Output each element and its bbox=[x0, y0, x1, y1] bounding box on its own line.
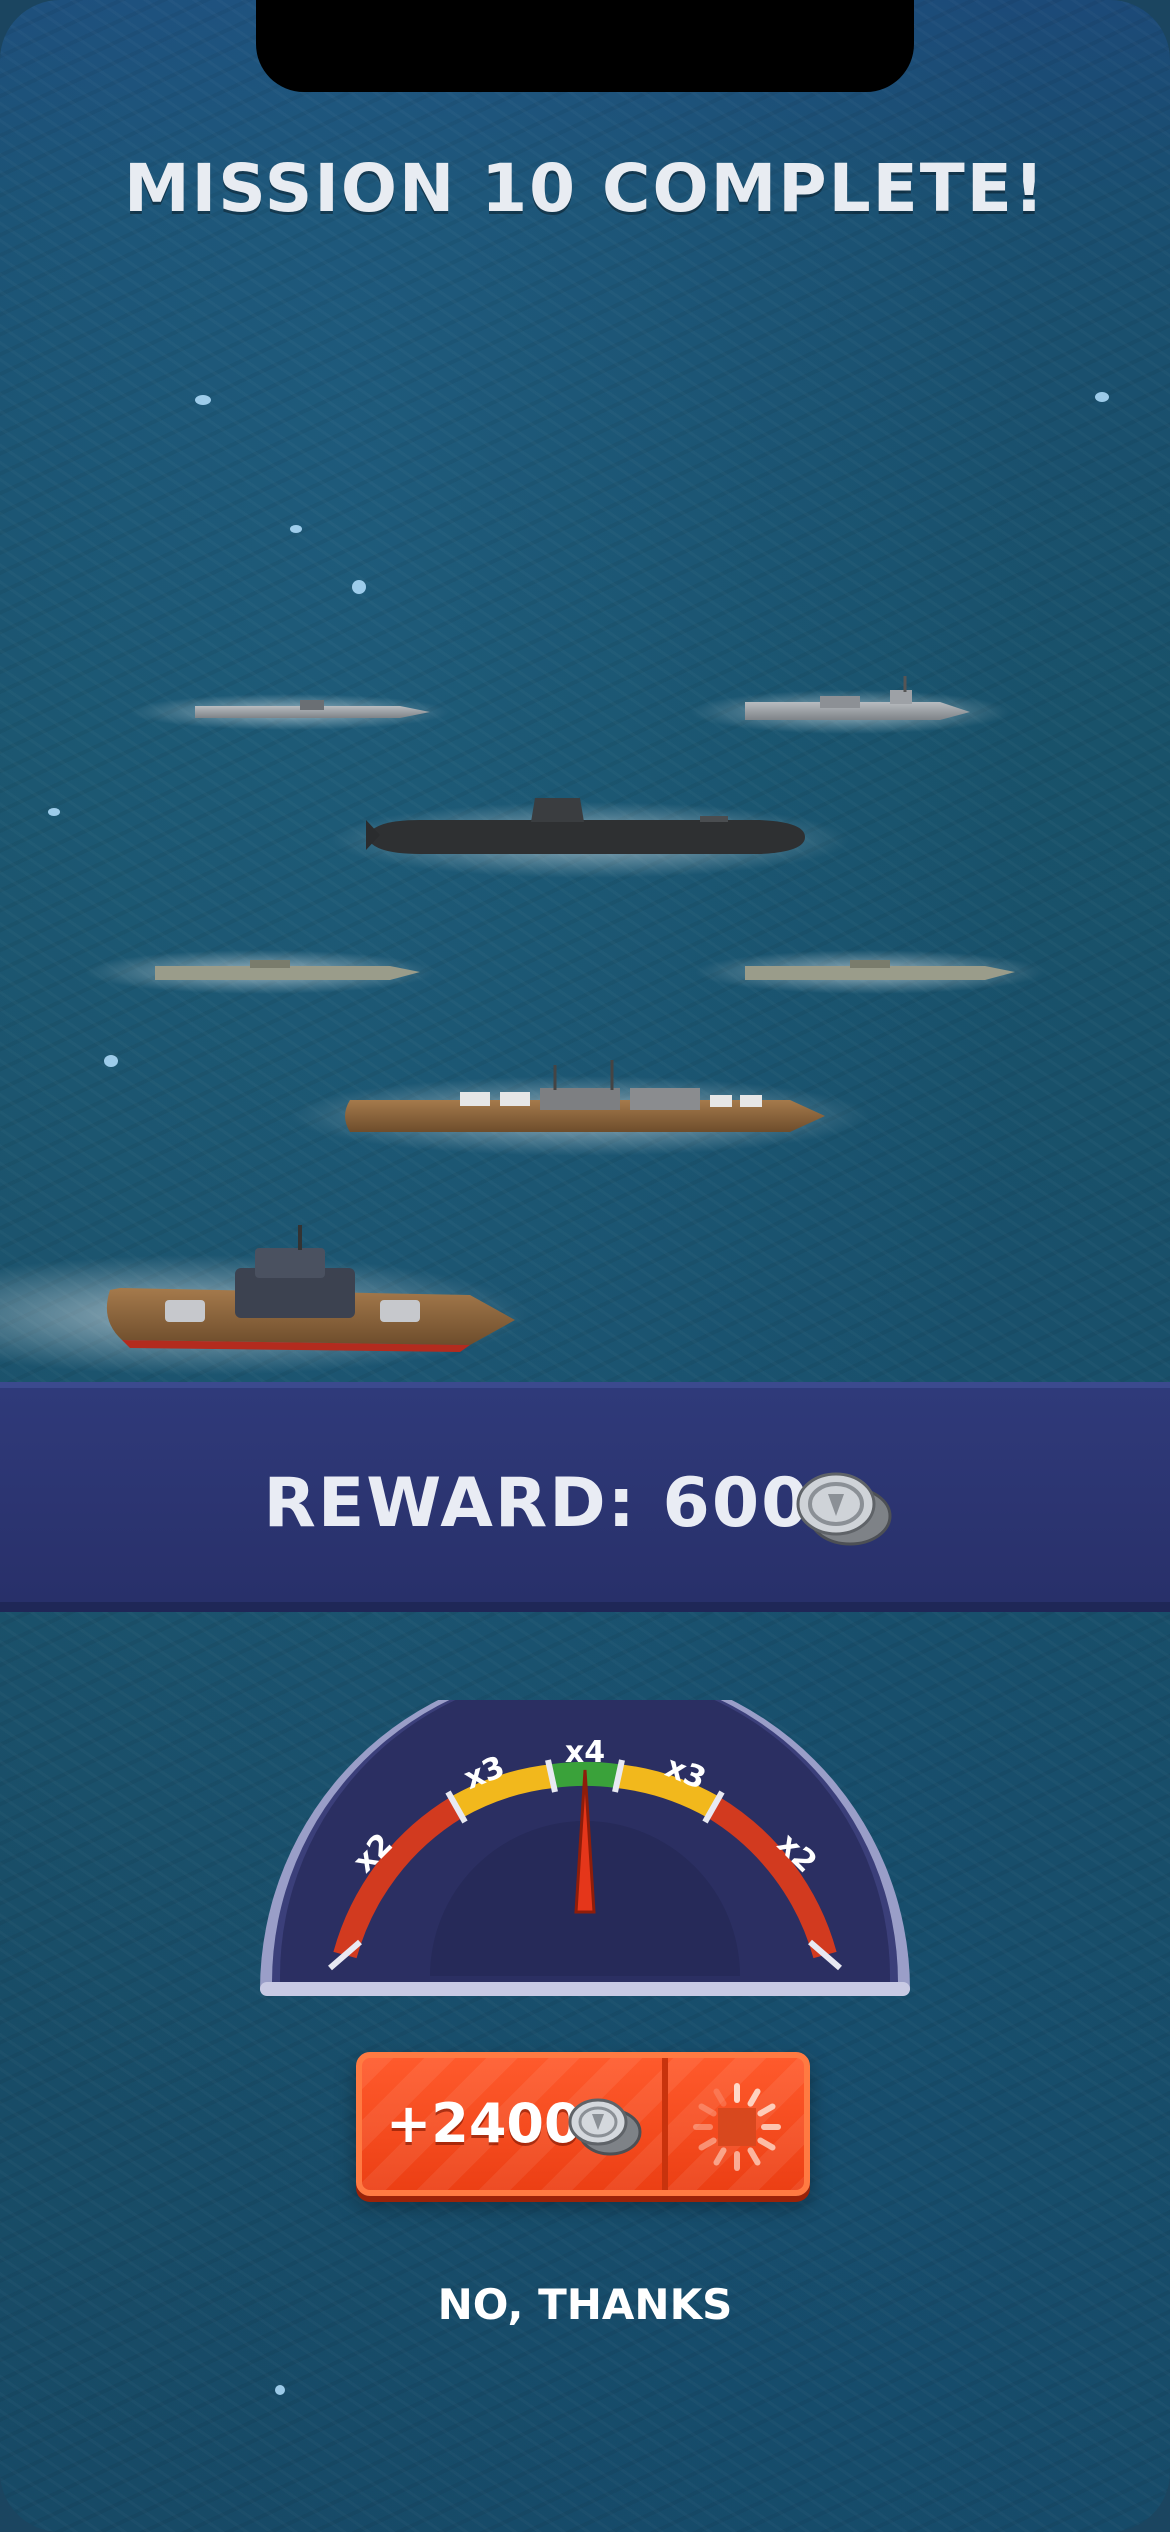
silver-coins-icon bbox=[568, 2098, 642, 2156]
sea-glint bbox=[352, 580, 366, 594]
submarine-ship bbox=[330, 798, 850, 878]
silver-coins-icon bbox=[796, 1472, 892, 1546]
battleship-ship bbox=[0, 1225, 530, 1375]
destroyer-ship bbox=[130, 694, 450, 730]
multiplier-gauge[interactable]: x2 x3 x4 x3 x2 bbox=[250, 1700, 920, 2000]
watch-ad-bonus-button[interactable]: +2400 bbox=[356, 2052, 810, 2196]
gauge-label: x4 bbox=[565, 1735, 605, 1770]
sea-glint bbox=[1095, 392, 1109, 402]
bonus-amount-label: +2400 bbox=[386, 2092, 582, 2155]
reward-amount-label: REWARD: 600 bbox=[263, 1464, 811, 1543]
no-thanks-button[interactable]: NO, THANKS bbox=[0, 2280, 1170, 2329]
mission-complete-title: MISSION 10 COMPLETE! bbox=[124, 150, 1046, 227]
loading-spinner-icon bbox=[693, 2083, 781, 2171]
button-divider bbox=[662, 2058, 668, 2190]
device-notch bbox=[256, 0, 914, 92]
fleet-illustration bbox=[0, 676, 1045, 1375]
sea-glint bbox=[275, 2385, 285, 2395]
cruiser-ship bbox=[695, 950, 1045, 994]
sea-glint bbox=[195, 395, 211, 405]
battleship-ship bbox=[290, 1060, 870, 1156]
sea-glint bbox=[290, 525, 302, 533]
frigate-ship bbox=[690, 676, 1010, 734]
game-screen: MISSION 10 COMPLETE! REWARD: 600 x2 x3 x… bbox=[0, 0, 1170, 2532]
reward-banner: REWARD: 600 bbox=[0, 1382, 1170, 1612]
cruiser-ship bbox=[85, 950, 435, 994]
